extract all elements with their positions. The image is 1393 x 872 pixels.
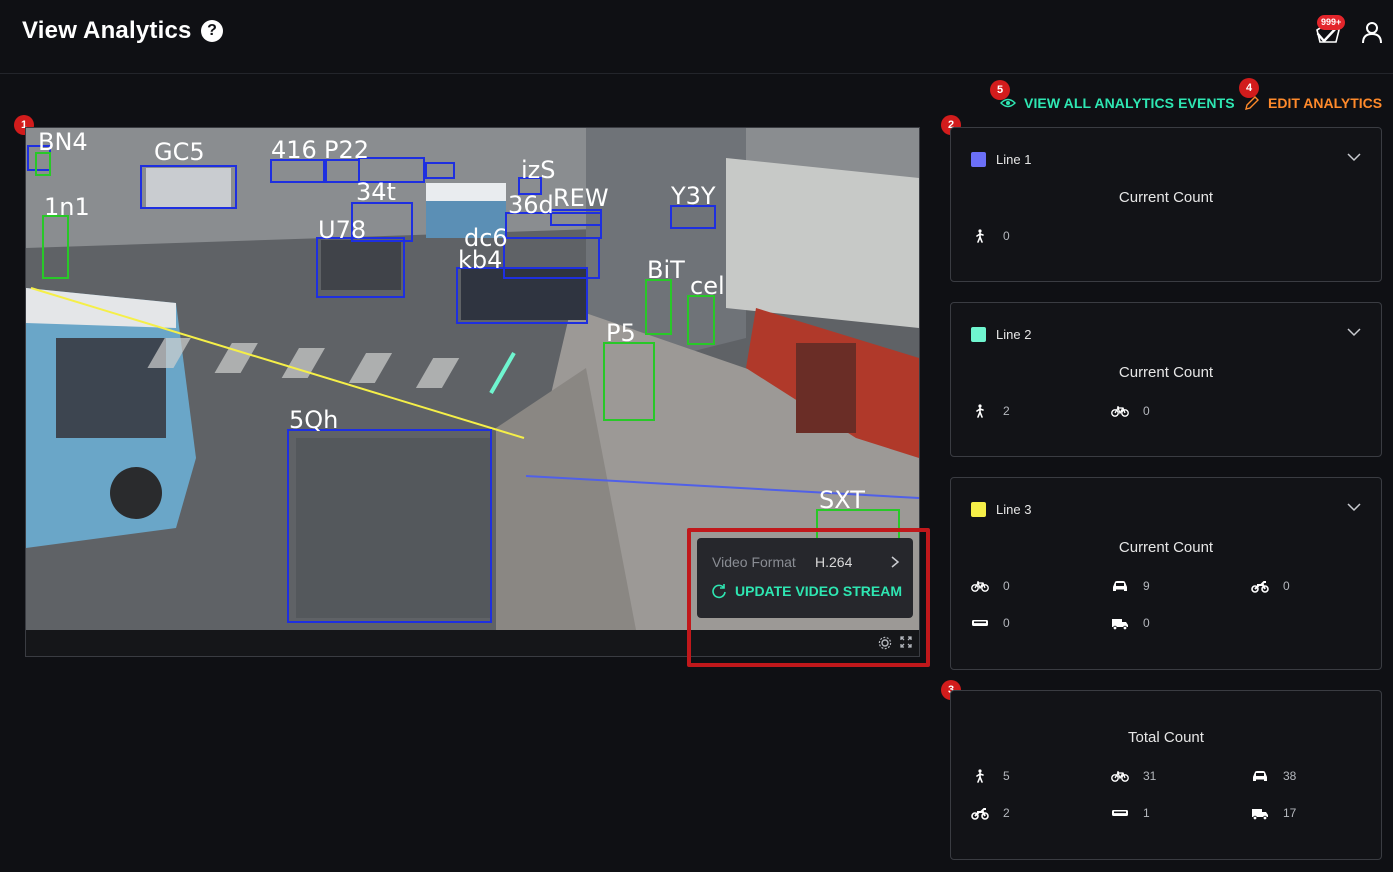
line-3-panel: Line 3 Current Count 0 9 0 0 0 xyxy=(950,477,1382,670)
edit-analytics-label: EDIT ANALYTICS xyxy=(1268,95,1383,111)
count-item: 38 xyxy=(1251,769,1296,783)
line-name: Line 3 xyxy=(996,502,1032,517)
person-icon xyxy=(971,404,989,418)
line-3-header[interactable]: Line 3 xyxy=(971,502,1031,517)
detection-label: kb4 xyxy=(458,246,502,274)
bicycle-icon xyxy=(1111,769,1129,783)
count-item: 0 xyxy=(1111,616,1150,630)
detection-label: cel xyxy=(690,272,725,300)
help-icon[interactable]: ? xyxy=(201,20,223,42)
chevron-down-icon[interactable] xyxy=(1347,502,1361,512)
detection-label: BiT xyxy=(647,256,685,284)
line-name: Line 1 xyxy=(996,152,1032,167)
line-name: Line 2 xyxy=(996,327,1032,342)
chevron-down-icon[interactable] xyxy=(1347,327,1361,337)
bus-icon xyxy=(1111,806,1129,820)
notification-badge: 999+ xyxy=(1317,15,1346,30)
line-2-panel: Line 2 Current Count 2 0 xyxy=(950,302,1382,457)
detection-label: 416 xyxy=(271,136,317,164)
current-count-heading: Current Count xyxy=(1118,539,1214,556)
count-item: 5 xyxy=(971,769,1010,783)
count-value: 9 xyxy=(1143,579,1150,593)
count-value: 0 xyxy=(1143,404,1150,418)
truck-icon xyxy=(1251,806,1269,820)
detection-label: 36d xyxy=(508,191,554,219)
edit-analytics-link[interactable]: EDIT ANALYTICS xyxy=(1244,94,1382,112)
line-color-swatch xyxy=(971,152,986,167)
line-color-swatch xyxy=(971,502,986,517)
count-value: 38 xyxy=(1283,769,1297,783)
detection-label: SXT xyxy=(819,486,865,514)
chevron-down-icon[interactable] xyxy=(1347,152,1361,162)
detection-label: 1n1 xyxy=(44,193,90,221)
detection-label: 5Qh xyxy=(289,406,338,434)
line-1-header[interactable]: Line 1 xyxy=(971,152,1031,167)
count-item: 1 xyxy=(1111,806,1150,820)
count-item: 0 xyxy=(971,229,1010,243)
count-value: 1 xyxy=(1143,806,1150,820)
line-2-header[interactable]: Line 2 xyxy=(971,327,1031,342)
person-icon xyxy=(971,769,989,783)
count-item: 9 xyxy=(1111,579,1150,593)
current-count-heading: Current Count xyxy=(1118,189,1214,206)
detection-label: BN4 xyxy=(38,128,88,156)
car-icon xyxy=(1251,769,1269,783)
detection-label: izS xyxy=(521,156,556,184)
top-bar: View Analytics ? 999+ xyxy=(0,0,1393,74)
count-value: 0 xyxy=(1003,616,1010,630)
total-count-heading: Total Count xyxy=(1128,729,1204,746)
count-item: 2 xyxy=(971,404,1010,418)
detection-label: GC5 xyxy=(154,138,205,166)
count-item: 2 xyxy=(971,806,1010,820)
highlight-frame xyxy=(687,528,930,667)
detection-label: Y3Y xyxy=(670,182,716,210)
car-icon xyxy=(1111,579,1129,593)
count-value: 5 xyxy=(1003,769,1010,783)
detection-label: 34t xyxy=(356,178,396,206)
count-value: 2 xyxy=(1003,806,1010,820)
detection-label: REW xyxy=(553,184,609,212)
count-item: 31 xyxy=(1111,769,1156,783)
bicycle-icon xyxy=(1111,404,1129,418)
page-title: View Analytics xyxy=(22,17,192,44)
count-item: 0 xyxy=(971,616,1010,630)
motorcycle-icon xyxy=(971,806,989,820)
count-value: 31 xyxy=(1143,769,1157,783)
count-item: 0 xyxy=(971,579,1010,593)
view-all-events-label: VIEW ALL ANALYTICS EVENTS xyxy=(1024,95,1235,111)
user-icon[interactable] xyxy=(1360,20,1384,44)
count-value: 0 xyxy=(1143,616,1150,630)
line-color-swatch xyxy=(971,327,986,342)
count-value: 2 xyxy=(1003,404,1010,418)
line-1-panel: Line 1 Current Count 0 xyxy=(950,127,1382,282)
current-count-heading: Current Count xyxy=(1118,364,1214,381)
count-item: 0 xyxy=(1251,579,1290,593)
total-count-panel: Total Count 5 31 38 2 1 17 xyxy=(950,690,1382,860)
count-value: 0 xyxy=(1283,579,1290,593)
bus-icon xyxy=(971,616,989,630)
count-value: 0 xyxy=(1003,579,1010,593)
person-icon xyxy=(971,229,989,243)
truck-icon xyxy=(1111,616,1129,630)
count-item: 0 xyxy=(1111,404,1150,418)
detection-label: P5 xyxy=(606,319,636,347)
bicycle-icon xyxy=(971,579,989,593)
count-value: 0 xyxy=(1003,229,1010,243)
detection-label: U78 xyxy=(318,216,366,244)
detection-label: P22 xyxy=(324,136,369,164)
count-value: 17 xyxy=(1283,806,1297,820)
step-badge-4: 4 xyxy=(1239,78,1259,98)
view-all-events-link[interactable]: VIEW ALL ANALYTICS EVENTS xyxy=(1000,94,1235,112)
step-badge-5: 5 xyxy=(990,80,1010,100)
motorcycle-icon xyxy=(1251,579,1269,593)
count-item: 17 xyxy=(1251,806,1296,820)
